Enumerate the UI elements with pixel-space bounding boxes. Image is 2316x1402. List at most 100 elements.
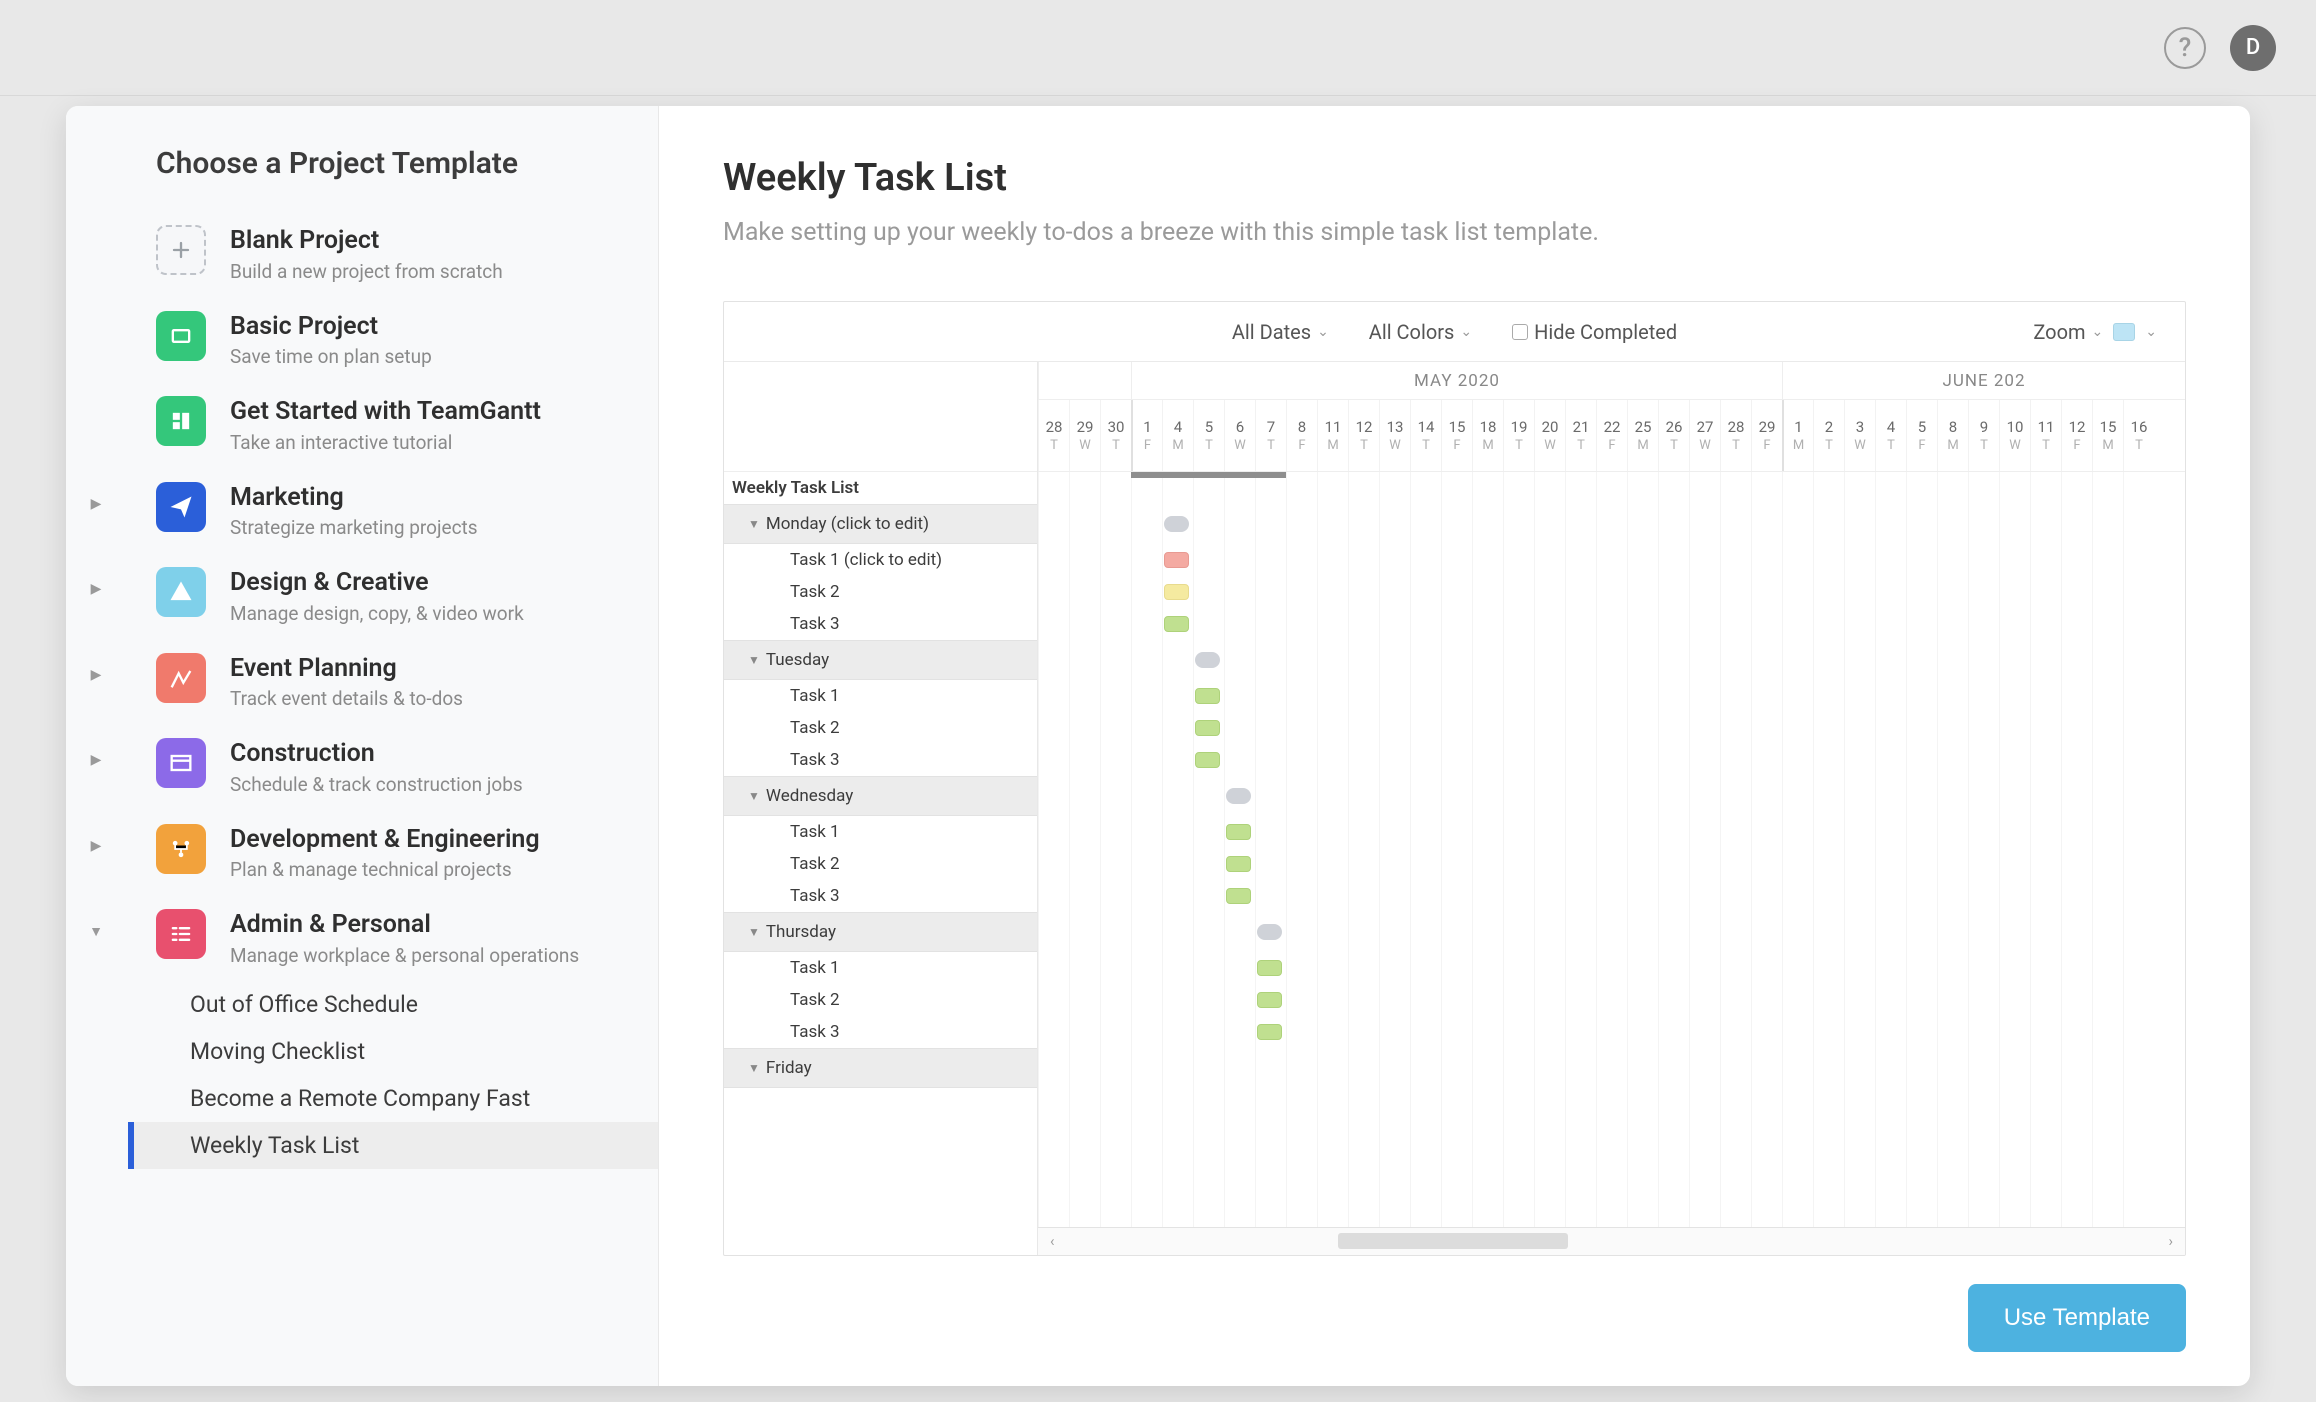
gantt-task-label[interactable]: Task 2 [724,848,1037,880]
date-column: 10W [1999,400,2030,471]
gantt-task-bar[interactable] [1226,888,1251,904]
gantt-task-bar[interactable] [1257,960,1282,976]
gantt-task-bar[interactable] [1226,856,1251,872]
date-column: 4M [1162,400,1193,471]
gantt-group-header[interactable]: ▼ Friday [724,1048,1037,1088]
sidebar-title: Choose a Project Template [66,146,658,211]
date-column: 15M [2092,400,2123,471]
zoom-color-swatch[interactable] [2113,323,2135,341]
gantt-task-label[interactable]: Task 3 [724,744,1037,776]
gantt-task-bar[interactable] [1257,1024,1282,1040]
gantt-task-bar[interactable] [1195,752,1220,768]
gantt-summary-bar[interactable] [1164,516,1189,532]
template-item-4[interactable]: ▶Design & CreativeManage design, copy, &… [66,553,658,639]
date-column: 22F [1596,400,1627,471]
gantt-task-label[interactable]: Task 2 [724,576,1037,608]
template-subtitle: Manage design, copy, & video work [230,602,638,625]
template-item-8[interactable]: ▼Admin & PersonalManage workplace & pers… [66,895,658,981]
gantt-timeline[interactable]: MAY 2020JUNE 202 28T29W30T1F4M5T6W7T8F11… [1038,362,2185,1255]
filter-colors-dropdown[interactable]: All Colors⌄ [1369,320,1472,344]
gantt-group-header[interactable]: ▼ Tuesday [724,640,1037,680]
gantt-group-header[interactable]: ▼ Thursday [724,912,1037,952]
chevron-down-icon[interactable]: ▼ [66,909,126,940]
gantt-task-label[interactable]: Task 2 [724,712,1037,744]
date-column: 25M [1627,400,1658,471]
date-column: 27W [1689,400,1720,471]
date-column: 12F [2061,400,2092,471]
gantt-group-header[interactable]: ▼ Monday (click to edit) [724,504,1037,544]
horizontal-scrollbar[interactable]: ‹ › [1038,1227,2185,1255]
zoom-dropdown[interactable]: Zoom⌄ [2033,320,2103,344]
scroll-left-icon[interactable]: ‹ [1050,1232,1055,1250]
template-icon [156,482,206,532]
date-column: 26T [1658,400,1689,471]
date-column: 8M [1937,400,1968,471]
gantt-summary-bar[interactable] [1195,652,1220,668]
chevron-right-icon[interactable]: ▶ [66,738,126,768]
scrollbar-thumb[interactable] [1338,1233,1568,1249]
date-column: 18M [1472,400,1503,471]
template-modal: Choose a Project Template ▶Blank Project… [66,106,2250,1386]
avatar[interactable]: D [2230,25,2276,71]
date-column: 1M [1782,400,1813,471]
gantt-summary-bar[interactable] [1226,788,1251,804]
month-label [1038,362,1131,399]
use-template-button[interactable]: Use Template [1968,1284,2186,1352]
template-item-7[interactable]: ▶Development & EngineeringPlan & manage … [66,810,658,896]
gantt-task-bar[interactable] [1226,824,1251,840]
chevron-right-icon[interactable]: ▶ [66,824,126,854]
template-item-6[interactable]: ▶ ConstructionSchedule & track constructi… [66,724,658,810]
template-item-5[interactable]: ▶Event PlanningTrack event details & to-… [66,639,658,725]
gantt-task-bar[interactable] [1257,992,1282,1008]
gantt-task-bar[interactable] [1164,552,1189,568]
template-subtitle: Track event details & to-dos [230,687,638,710]
scroll-right-icon[interactable]: › [2168,1232,2173,1250]
gantt-task-bar[interactable] [1164,584,1189,600]
date-column: 29W [1069,400,1100,471]
template-subtitle: Manage workplace & personal operations [230,944,638,967]
gantt-task-label[interactable]: Task 2 [724,984,1037,1016]
template-description: Make setting up your weekly to-dos a bre… [723,218,2186,247]
chevron-right-icon[interactable]: ▶ [66,653,126,683]
gantt-project-title[interactable]: Weekly Task List [724,472,1037,504]
gantt-task-bar[interactable] [1195,688,1220,704]
date-column: 7T [1255,400,1286,471]
gantt-task-label[interactable]: Task 3 [724,608,1037,640]
gantt-summary-bar[interactable] [1257,924,1282,940]
gantt-task-bar[interactable] [1164,616,1189,632]
template-item-2[interactable]: ▶Get Started with TeamGanttTake an inter… [66,382,658,468]
chevron-right-icon[interactable]: ▶ [66,482,126,512]
template-item-0[interactable]: ▶Blank ProjectBuild a new project from s… [66,211,658,297]
gantt-task-label[interactable]: Task 1 [724,680,1037,712]
subtemplate-item[interactable]: Weekly Task List [128,1122,658,1169]
gantt-task-list: Weekly Task List▼ Monday (click to edit)… [724,362,1038,1255]
template-item-1[interactable]: ▶Basic ProjectSave time on plan setup [66,297,658,383]
date-column: 8F [1286,400,1317,471]
template-icon [156,738,206,788]
gantt-task-label[interactable]: Task 3 [724,880,1037,912]
help-icon[interactable]: ? [2164,27,2206,69]
subtemplate-item[interactable]: Become a Remote Company Fast [128,1075,658,1122]
template-item-3[interactable]: ▶MarketingStrategize marketing projects [66,468,658,554]
gantt-task-label[interactable]: Task 1 [724,952,1037,984]
template-title: Weekly Task List [723,156,2186,200]
chevron-right-icon[interactable]: ▶ [66,567,126,597]
hide-completed-toggle[interactable]: Hide Completed [1512,320,1677,344]
chevron-down-icon: ⌄ [1460,324,1472,340]
template-icon [156,653,206,703]
date-column: 12T [1348,400,1379,471]
template-title: Construction [230,738,638,771]
gantt-task-label[interactable]: Task 1 [724,816,1037,848]
template-icon [156,311,206,361]
checkbox-icon[interactable] [1512,324,1528,340]
gantt-task-label[interactable]: Task 1 (click to edit) [724,544,1037,576]
subtemplate-item[interactable]: Out of Office Schedule [128,981,658,1028]
gantt-group-header[interactable]: ▼ Wednesday [724,776,1037,816]
date-column: 4T [1875,400,1906,471]
template-subtitle: Schedule & track construction jobs [230,773,638,796]
gantt-area: Weekly Task List▼ Monday (click to edit)… [724,362,2185,1255]
gantt-task-label[interactable]: Task 3 [724,1016,1037,1048]
gantt-task-bar[interactable] [1195,720,1220,736]
filter-dates-dropdown[interactable]: All Dates⌄ [1232,320,1329,344]
subtemplate-item[interactable]: Moving Checklist [128,1028,658,1075]
